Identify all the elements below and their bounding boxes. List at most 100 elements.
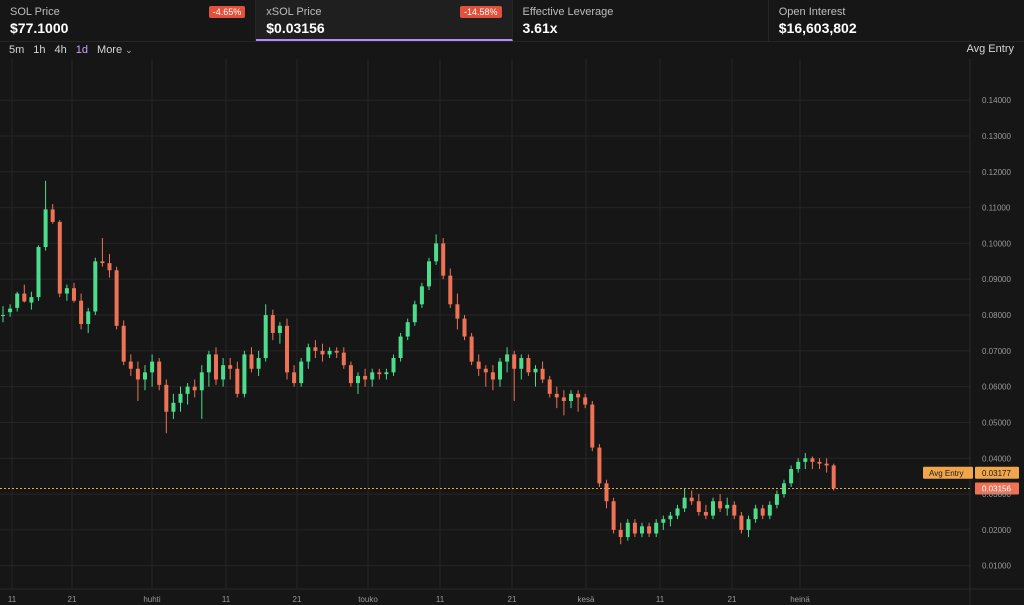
candle-body: [185, 386, 190, 394]
stat-value: 3.61x: [522, 20, 558, 36]
candle-body: [391, 358, 396, 373]
candle-body: [419, 286, 424, 305]
candle-body: [476, 361, 481, 369]
candles: [1, 180, 836, 545]
candle-body: [746, 519, 751, 530]
candle-body: [441, 243, 446, 276]
candle-body: [306, 347, 311, 362]
candle-body: [86, 311, 91, 324]
change-badge: -4.65%: [208, 6, 246, 18]
candle-body: [43, 209, 48, 248]
stat-effective-leverage[interactable]: Effective Leverage 3.61x: [513, 0, 769, 41]
candle-body: [377, 372, 382, 375]
candle-body: [157, 361, 162, 385]
stat-xsol-price[interactable]: xSOL Price $0.03156 -14.58%: [256, 0, 513, 41]
candle-body: [348, 365, 353, 384]
stat-open-interest[interactable]: Open Interest $16,603,802: [769, 0, 1024, 41]
candle-body: [135, 368, 140, 380]
timeframe-1d-button[interactable]: 1d: [76, 44, 88, 56]
candle-body: [72, 288, 76, 301]
candle-body: [93, 261, 98, 312]
y-tick-label: 0.02000: [982, 526, 1011, 535]
candle-body: [526, 358, 531, 373]
candle-body: [128, 361, 133, 369]
avg-entry-tag-label: Avg Entry: [929, 469, 964, 478]
candle-body: [618, 529, 623, 538]
candle-body: [796, 461, 801, 470]
candle-body: [604, 483, 609, 502]
stat-label: Open Interest: [778, 6, 846, 18]
chevron-down-icon: ⌄: [125, 44, 133, 55]
candle-body: [228, 365, 233, 369]
candle-body: [498, 361, 502, 380]
candle-body: [114, 270, 119, 326]
y-tick-label: 0.10000: [982, 239, 1011, 248]
candle-body: [363, 375, 368, 380]
candle-body: [22, 293, 27, 302]
candle-body: [625, 522, 630, 538]
candle-body: [647, 526, 652, 534]
candle-body: [206, 354, 211, 373]
candle-body: [533, 368, 538, 373]
candle-body: [789, 469, 794, 484]
candle-body: [434, 243, 439, 262]
candle-body: [249, 354, 254, 369]
candle-body: [462, 318, 467, 337]
candle-body: [270, 315, 275, 333]
candle-body: [519, 358, 524, 369]
candle-body: [15, 293, 20, 308]
x-tick-label: 11: [8, 595, 17, 604]
candle-body: [221, 365, 226, 380]
market-stats-bar: SOL Price $77.1000 -4.65% xSOL Price $0.…: [0, 0, 1024, 42]
candle-body: [718, 501, 723, 509]
timeframe-5m-button[interactable]: 5m: [9, 44, 24, 56]
candle-body: [107, 263, 112, 271]
candle-body: [547, 379, 552, 394]
candle-body: [469, 336, 474, 362]
candle-body: [1, 315, 5, 317]
y-tick-label: 0.04000: [982, 454, 1011, 463]
candle-body: [263, 315, 268, 359]
candle-body: [725, 504, 730, 509]
more-timeframes-button[interactable]: More ⌄: [97, 44, 133, 56]
candle-body: [64, 288, 69, 294]
candle-body: [654, 522, 659, 534]
candle-body: [214, 354, 218, 380]
candle-body: [668, 515, 673, 520]
candle-body: [370, 372, 375, 380]
y-tick-label: 0.08000: [982, 311, 1011, 320]
stat-sol-price[interactable]: SOL Price $77.1000 -4.65%: [0, 0, 257, 41]
price-lines: 0.03156 Avg Entry 0.03177: [0, 466, 1019, 495]
candle-body: [640, 526, 644, 534]
candle-body: [753, 508, 758, 520]
timeframe-1h-button[interactable]: 1h: [33, 44, 45, 56]
candle-body: [242, 354, 247, 394]
price-chart[interactable]: 0.03156 Avg Entry 0.03177 0.01000 0.02000…: [0, 59, 1024, 605]
candle-body: [398, 336, 403, 359]
candle-body: [561, 397, 566, 401]
y-axis: 0.01000 0.02000 0.03000 0.04000 0.05000 0.060…: [982, 96, 1011, 571]
stat-value: $0.03156: [266, 20, 325, 36]
stat-value: $77.1000: [10, 20, 69, 36]
candle-body: [675, 508, 680, 516]
candle-body: [192, 386, 197, 391]
candle-body: [540, 368, 545, 380]
candle-body: [285, 325, 289, 373]
avg-entry-toggle[interactable]: Avg Entry: [967, 43, 1015, 55]
candle-body: [696, 501, 701, 513]
chart-grid: [0, 59, 1024, 605]
timeframe-4h-button[interactable]: 4h: [55, 44, 67, 56]
candle-body: [682, 497, 687, 509]
candle-body: [512, 354, 517, 369]
candle-body: [505, 354, 510, 362]
candle-body: [774, 494, 779, 505]
chart-toolbar: 5m 1h 4h 1d More ⌄ Avg Entry: [0, 41, 1024, 59]
candle-body: [292, 372, 297, 384]
candle-body: [36, 247, 41, 298]
candle-body: [803, 458, 808, 462]
candle-body: [299, 361, 304, 384]
y-tick-label: 0.03000: [982, 490, 1011, 499]
stat-value: $16,603,802: [778, 20, 857, 36]
candle-body: [150, 361, 155, 373]
candle-body: [483, 368, 488, 373]
